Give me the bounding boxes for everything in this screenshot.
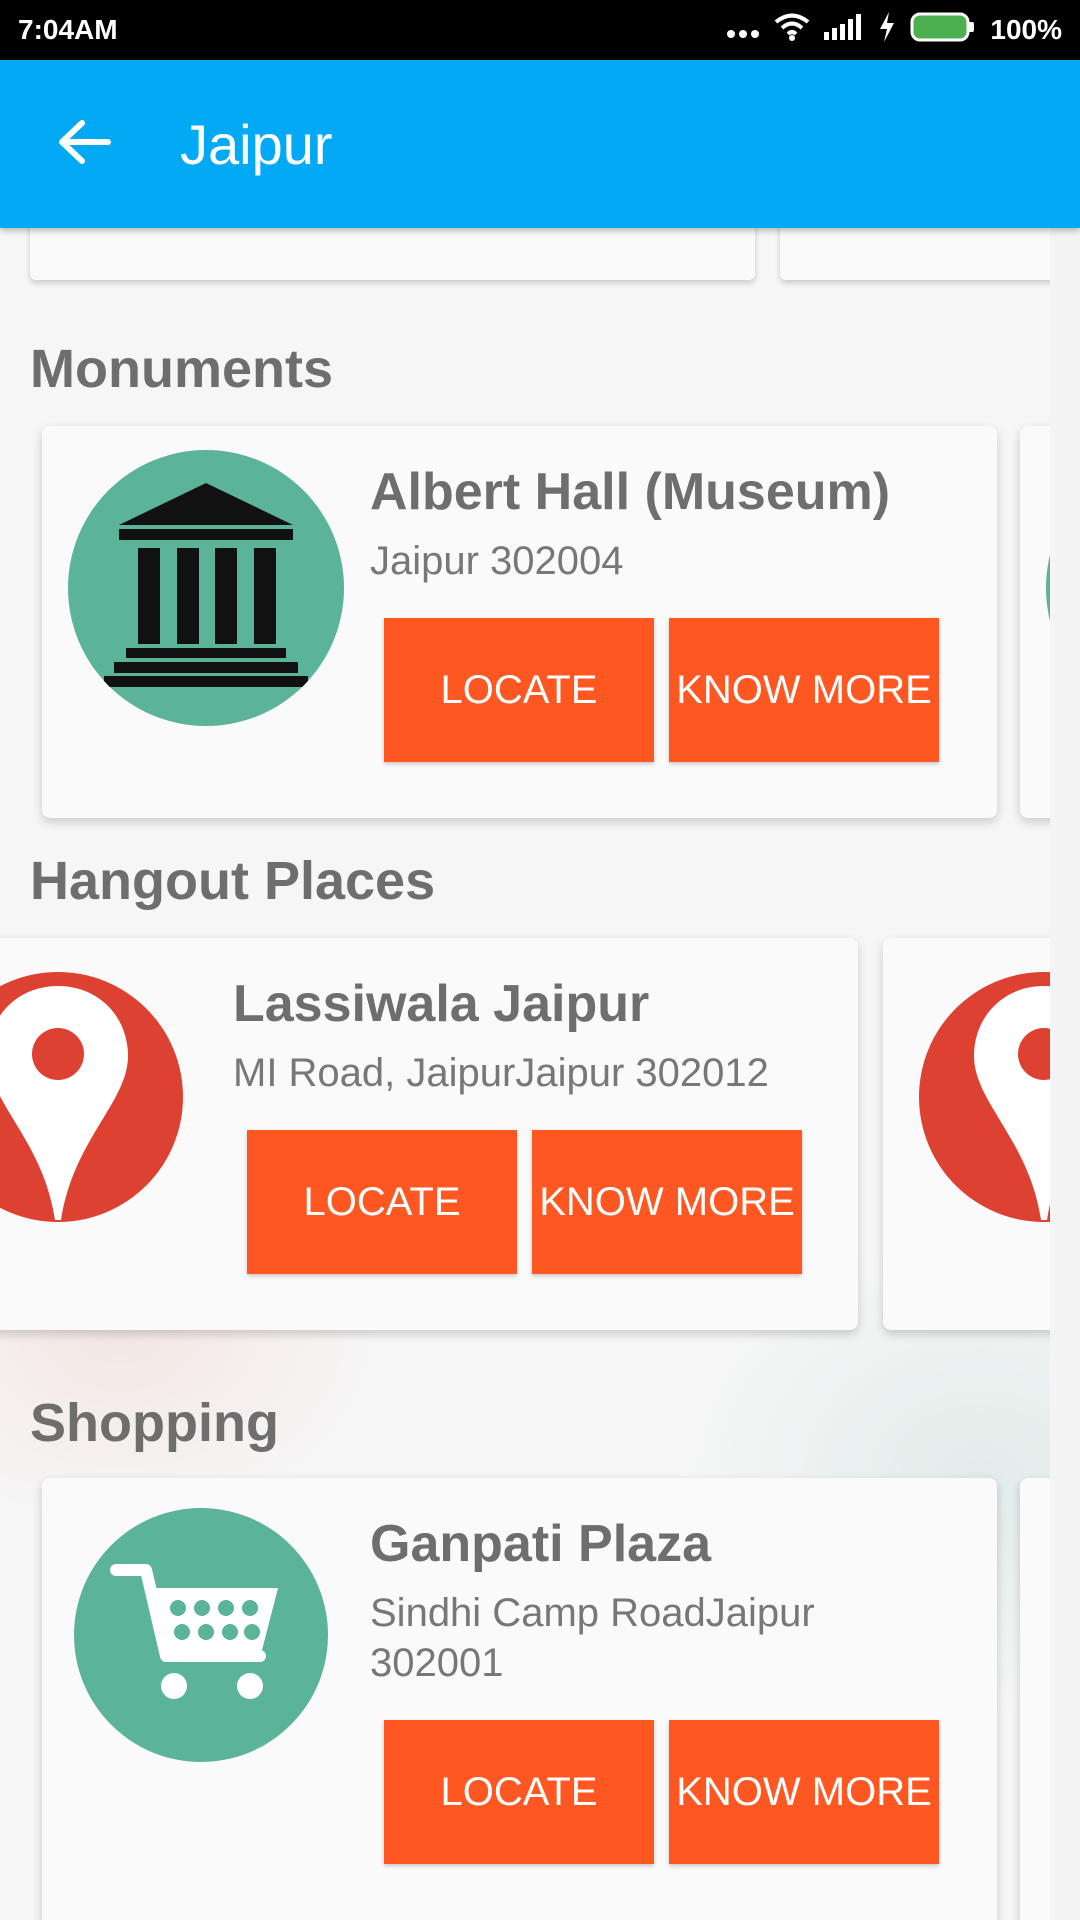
locate-button[interactable]: LOCATE	[384, 618, 654, 762]
place-address: MI Road, JaipurJaipur 302012	[233, 1051, 769, 1095]
place-address: Jaipur 302004	[370, 539, 624, 583]
next-card-peek[interactable]	[883, 938, 1050, 1330]
place-name: Albert Hall (Museum)	[370, 463, 891, 521]
battery-percent: 100%	[990, 14, 1062, 45]
locate-button[interactable]: LOCATE	[384, 1720, 654, 1864]
wifi-icon	[774, 13, 810, 48]
arrow-back-icon	[56, 118, 112, 171]
map-pin-icon	[919, 972, 1050, 1222]
museum-icon	[1046, 450, 1050, 726]
more-dots-icon	[726, 14, 760, 46]
place-name: Ganpati Plaza	[370, 1515, 711, 1573]
place-card-monument[interactable]: Albert Hall (Museum) Jaipur 302004 LOCAT…	[42, 426, 997, 818]
status-icons: 100%	[726, 11, 1062, 49]
know-more-button[interactable]: KNOW MORE	[669, 618, 939, 762]
place-card-hangout[interactable]: Lassiwala Jaipur MI Road, JaipurJaipur 3…	[0, 938, 858, 1330]
section-title-hangout: Hangout Places	[30, 851, 436, 911]
battery-icon	[910, 12, 976, 49]
signal-icon	[824, 13, 864, 47]
status-bar: 7:04AM 100%	[0, 0, 1080, 60]
know-more-button[interactable]: KNOW MORE	[532, 1130, 802, 1274]
museum-icon	[68, 450, 344, 726]
section-title-monuments: Monuments	[30, 339, 333, 399]
content-area[interactable]: Monuments Albert Hall (Museum) Jaipur 30…	[0, 228, 1050, 1920]
previous-card-next[interactable]	[780, 228, 1050, 280]
next-card-peek[interactable]	[1020, 426, 1050, 818]
previous-card[interactable]	[30, 228, 755, 280]
section-title-shopping: Shopping	[30, 1393, 279, 1453]
page-title: Jaipur	[180, 112, 333, 176]
app-bar: Jaipur	[0, 60, 1080, 228]
place-card-shopping[interactable]: Ganpati Plaza Sindhi Camp RoadJaipur 302…	[42, 1478, 997, 1920]
status-time: 7:04AM	[18, 14, 118, 45]
place-name: Lassiwala Jaipur	[233, 975, 650, 1033]
back-button[interactable]	[44, 104, 124, 184]
locate-button[interactable]: LOCATE	[247, 1130, 517, 1274]
charging-icon	[878, 11, 896, 49]
shopping-cart-icon	[74, 1508, 328, 1762]
know-more-button[interactable]: KNOW MORE	[669, 1720, 939, 1864]
map-pin-icon	[0, 972, 183, 1222]
place-address: Sindhi Camp RoadJaipur 302001	[370, 1591, 815, 1685]
next-card-peek[interactable]	[1020, 1478, 1050, 1920]
